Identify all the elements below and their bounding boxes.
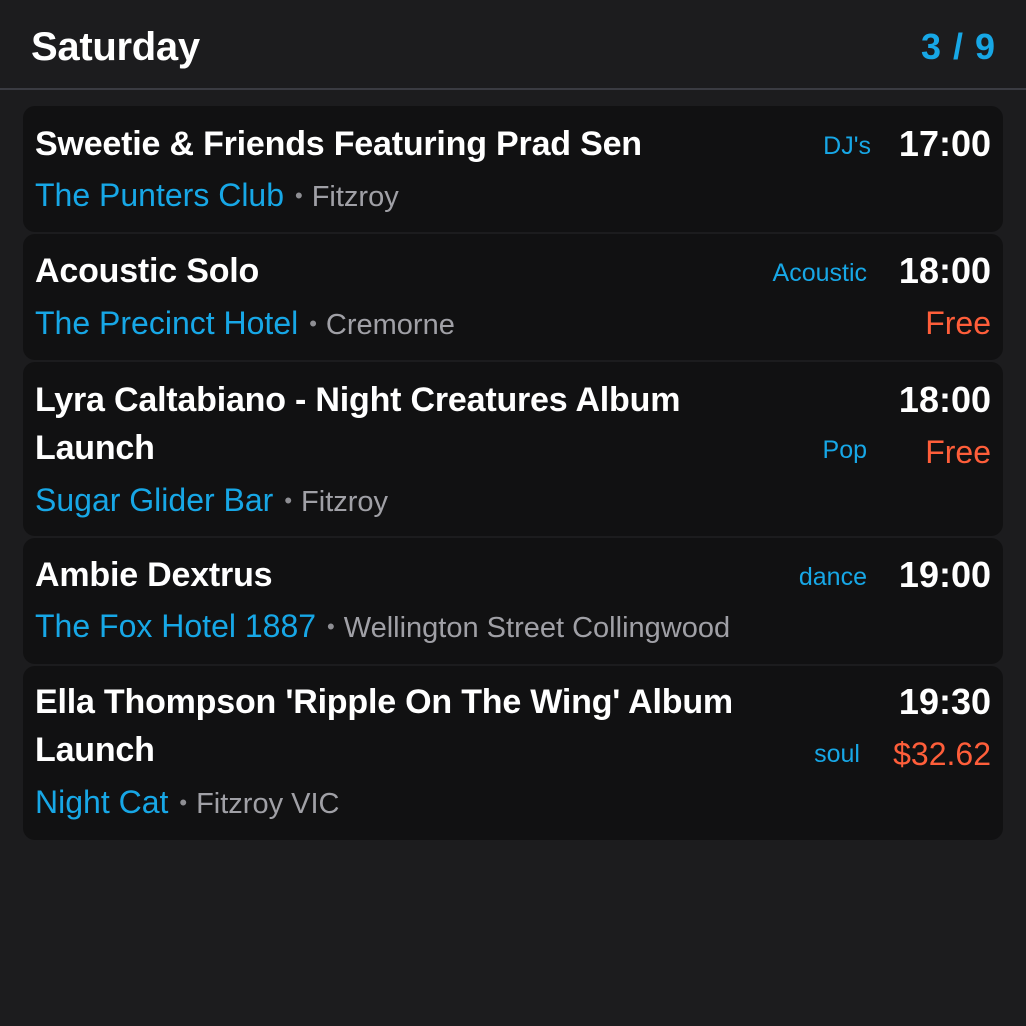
event-title: Lyra Caltabiano - Night Creatures Album (35, 381, 681, 419)
genre-tag: Pop (822, 436, 867, 464)
suburb-label: Fitzroy (311, 181, 399, 213)
separator-dot: • (327, 614, 335, 639)
venue-link[interactable]: The Precinct Hotel (35, 305, 298, 341)
event-location: The Precinct Hotel • Cremorne (35, 301, 455, 349)
event-card[interactable]: Acoustic Solo The Precinct Hotel • Cremorn… (23, 234, 1003, 360)
page-indicator[interactable]: 3 / 9 (921, 22, 996, 72)
venue-link[interactable]: The Fox Hotel 1887 (35, 608, 316, 644)
event-time: 19:00 (898, 554, 991, 595)
event-card[interactable]: Ella Thompson 'Ripple On The Wing' Album… (23, 666, 1003, 840)
event-location: Sugar Glider Bar • Fitzroy (35, 478, 388, 526)
event-time: 18:00 (898, 379, 991, 420)
gig-guide-screen: Saturday 3 / 9 Sweetie & Friends Featuri… (0, 0, 1026, 1026)
genre-tag: Acoustic (772, 259, 867, 287)
event-price: Free (925, 434, 991, 470)
event-title-continued: Launch (35, 429, 155, 467)
event-card[interactable]: Ambie Dextrus The Fox Hotel 1887 • Welling… (23, 538, 1003, 664)
venue-link[interactable]: Sugar Glider Bar (35, 482, 273, 518)
day-header: Saturday 3 / 9 (0, 0, 1026, 90)
event-time: 19:30 (898, 681, 991, 722)
genre-tag: dance (798, 563, 867, 591)
event-title: Ella Thompson 'Ripple On The Wing' Album (35, 683, 733, 721)
event-title: Acoustic Solo (35, 252, 260, 290)
venue-link[interactable]: Night Cat (35, 784, 168, 820)
event-card[interactable]: Lyra Caltabiano - Night Creatures Album … (23, 362, 1003, 536)
suburb-label: Cremorne (325, 309, 455, 341)
suburb-label: Fitzroy VIC (196, 788, 340, 820)
event-title: Sweetie & Friends Featuring Prad Sen (35, 125, 642, 163)
event-title: Ambie Dextrus (35, 556, 273, 594)
venue-link[interactable]: The Punters Club (35, 177, 284, 213)
event-location: The Punters Club • Fitzroy (35, 173, 399, 221)
event-price: Free (925, 305, 991, 341)
event-location: The Fox Hotel 1887 • Wellington Street Col… (35, 604, 730, 652)
suburb-label: Wellington Street Collingwood (343, 612, 731, 644)
event-location: Night Cat • Fitzroy VIC (35, 780, 340, 828)
event-time: 18:00 (898, 250, 991, 291)
separator-dot: • (179, 790, 188, 815)
genre-tag: soul (814, 740, 860, 768)
separator-dot: • (309, 311, 317, 336)
suburb-label: Fitzroy (301, 486, 389, 518)
event-card[interactable]: Sweetie & Friends Featuring Prad Sen The… (23, 106, 1003, 232)
separator-dot: • (284, 488, 293, 513)
event-title-continued: Launch (35, 731, 155, 769)
event-price: $32.62 (893, 736, 991, 772)
separator-dot: • (295, 183, 303, 208)
page-title: Saturday (31, 25, 200, 69)
genre-tag: DJ's (823, 132, 871, 160)
event-time: 17:00 (898, 123, 991, 164)
